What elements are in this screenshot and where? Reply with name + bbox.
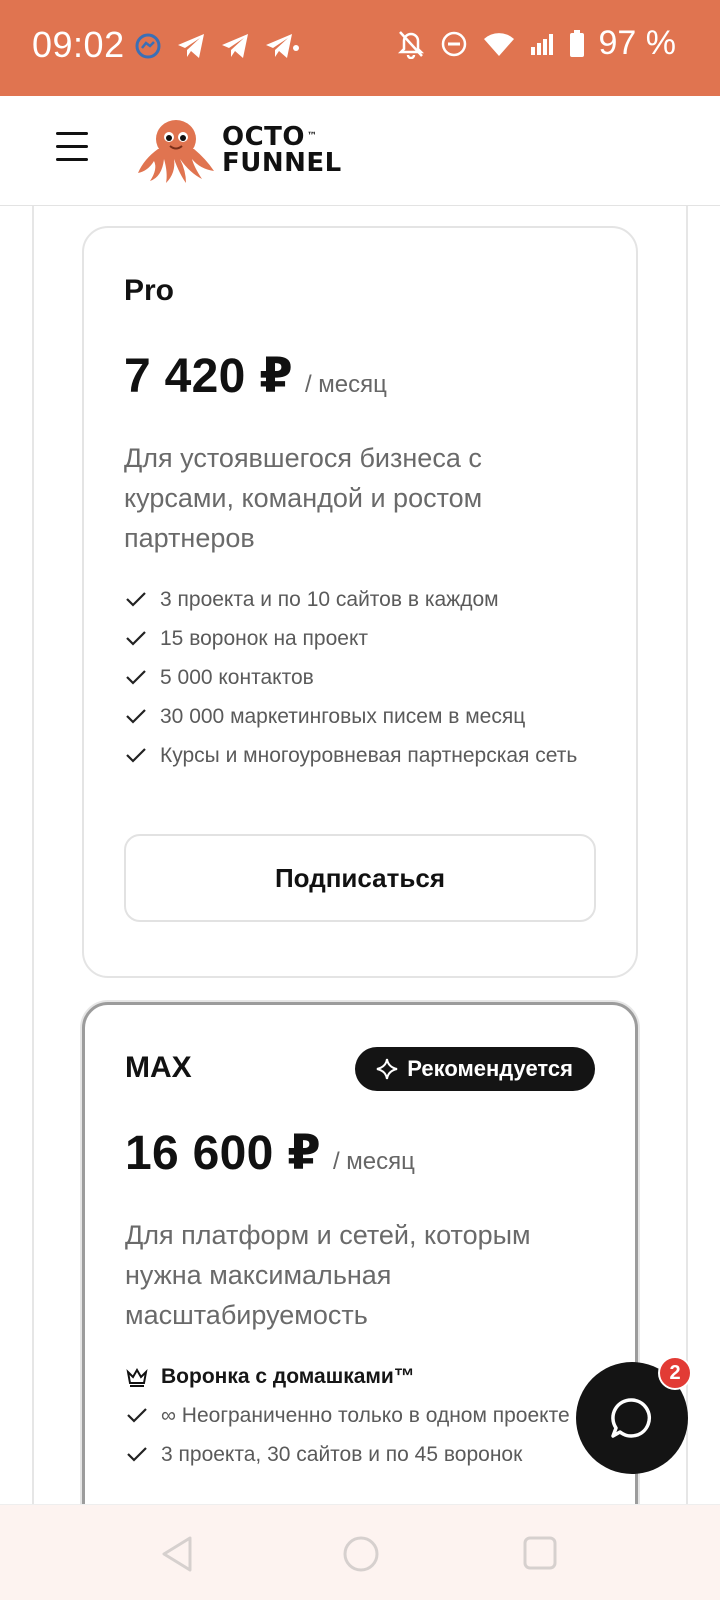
crown-icon: [126, 1367, 148, 1387]
logo-tm: ™: [307, 131, 318, 142]
list-item: 30 000 маркетинговых писем в месяц: [124, 703, 594, 730]
feature-text: ∞ Неограниченно только в одном проекте: [161, 1404, 570, 1427]
plan-period: / месяц: [332, 1148, 415, 1175]
feature-text: Курсы и многоуровневая партнерская сеть: [160, 744, 578, 767]
feature-highlight-text: Воронка с домашками™: [161, 1365, 415, 1388]
menu-bar: [56, 158, 88, 161]
plan-card-pro: Pro 7 420 ₽ / месяц Для устоявшегося биз…: [82, 226, 638, 978]
plan-name: MAX: [125, 1051, 192, 1084]
price-row: 16 600 ₽ / месяц: [125, 1125, 415, 1181]
feature-text: 15 воронок на проект: [160, 627, 369, 650]
check-icon: [126, 748, 146, 763]
status-bar: 09:02 97 %: [0, 0, 720, 96]
plan-name: Pro: [124, 274, 175, 307]
logo-wordmark: OCTO ™ FUNNEL: [222, 124, 342, 176]
octopus-icon: [138, 120, 214, 183]
feature-text: 5 000 контактов: [160, 666, 314, 689]
badge-label: Рекомендуется: [407, 1056, 573, 1081]
site-header: OCTO ™ FUNNEL: [0, 96, 720, 206]
subscribe-button[interactable]: Подписаться: [124, 834, 596, 922]
recommended-badge: Рекомендуется: [355, 1047, 595, 1091]
feature-text: 30 000 маркетинговых писем в месяц: [160, 705, 526, 728]
plan-price: 16 600 ₽: [125, 1127, 321, 1180]
system-icons: 97 %: [397, 24, 677, 63]
octofunnel-logo[interactable]: OCTO ™ FUNNEL: [136, 110, 342, 190]
signal-icon: [530, 33, 553, 55]
check-icon: [127, 1408, 147, 1423]
home-icon[interactable]: [342, 1535, 380, 1573]
telegram-icon: [222, 34, 248, 58]
telegram-icon: [266, 34, 299, 58]
check-icon: [127, 1447, 147, 1462]
list-item: ∞ Неограниченно только в одном проекте: [125, 1402, 595, 1429]
hamburger-menu-button[interactable]: [56, 132, 96, 168]
sparkle-icon: [377, 1058, 398, 1080]
notification-icons: [134, 32, 300, 60]
messenger-icon: [135, 33, 161, 59]
plan-price: 7 420 ₽: [124, 350, 293, 403]
chat-bubble-icon: [611, 1398, 652, 1438]
price-row: 7 420 ₽ / месяц: [124, 348, 387, 404]
feature-text: 3 проекта и по 10 сайтов в каждом: [160, 588, 499, 611]
list-item: 3 проекта, 30 сайтов и по 45 воронок: [125, 1441, 595, 1468]
list-item: 15 воронок на проект: [124, 625, 594, 652]
plan-description: Для платформ и сетей, которым нужна макс…: [125, 1220, 531, 1330]
menu-bar: [56, 132, 88, 135]
check-icon: [126, 670, 146, 685]
list-item: 5 000 контактов: [124, 664, 594, 691]
battery-percent: 97 %: [598, 24, 677, 62]
telegram-icon: [178, 34, 204, 58]
list-item: 3 проекта и по 10 сайтов в каждом: [124, 586, 594, 613]
back-icon[interactable]: [160, 1535, 196, 1573]
check-icon: [126, 592, 146, 607]
do-not-disturb-icon: [441, 31, 466, 56]
feature-text: 3 проекта, 30 сайтов и по 45 воронок: [161, 1443, 523, 1466]
check-icon: [126, 631, 146, 646]
feature-list: Воронка с домашками™ ∞ Неограниченно тол…: [125, 1363, 595, 1480]
logo-line-2: FUNNEL: [222, 148, 342, 178]
plan-description: Для устоявшегося бизнеса с курсами, кома…: [124, 443, 483, 553]
list-item: Курсы и многоуровневая партнерская сеть: [124, 742, 594, 769]
unread-count-badge: 2: [658, 1356, 692, 1390]
plan-period: / месяц: [304, 371, 387, 398]
status-time: 09:02: [32, 24, 125, 65]
menu-bar: [56, 145, 88, 148]
battery-icon: [569, 29, 584, 57]
bell-off-icon: [397, 30, 424, 59]
wifi-icon: [483, 32, 514, 56]
feature-list: 3 проекта и по 10 сайтов в каждом 15 вор…: [124, 586, 594, 781]
system-nav-bar: [0, 1504, 720, 1600]
check-icon: [126, 709, 146, 724]
list-item: Воронка с домашками™: [125, 1363, 595, 1390]
recent-apps-icon[interactable]: [522, 1535, 558, 1571]
